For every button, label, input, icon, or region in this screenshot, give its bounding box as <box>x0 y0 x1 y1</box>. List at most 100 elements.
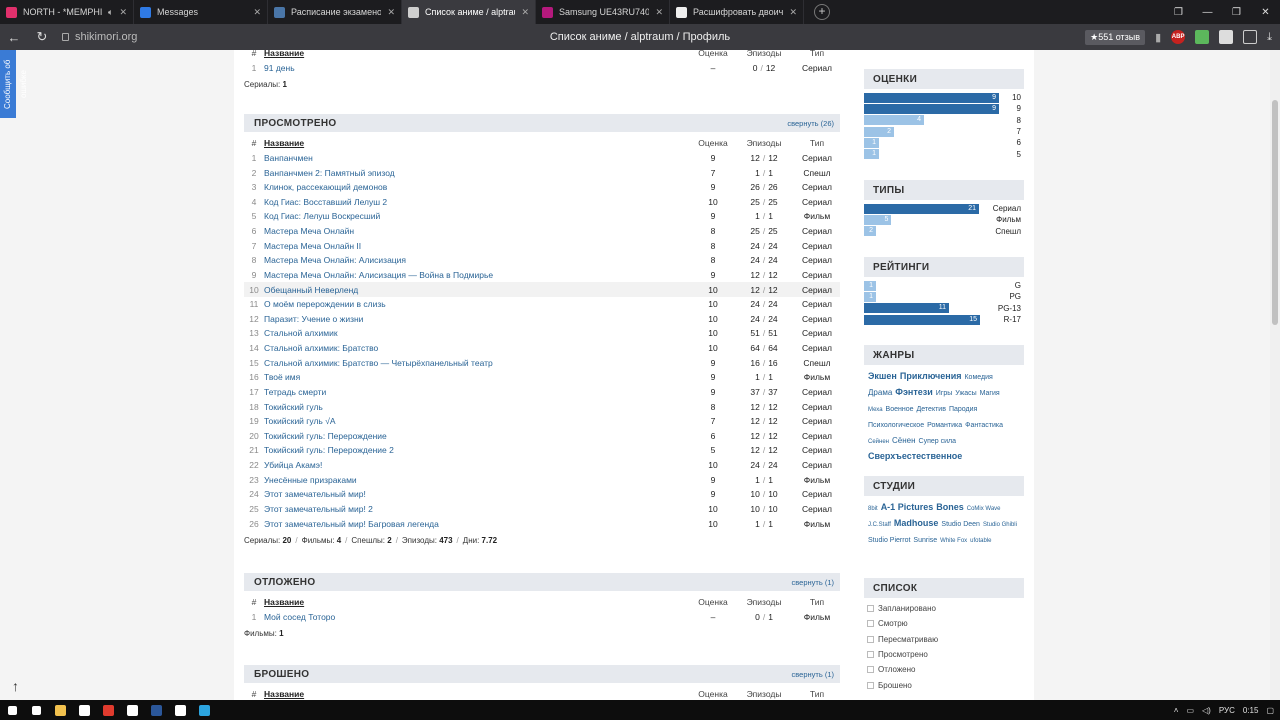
downloads-icon[interactable]: ⤓ <box>1267 31 1272 44</box>
col-name[interactable]: Название <box>264 689 692 699</box>
bookmark-icon[interactable]: ▮ <box>1155 31 1161 44</box>
col-score[interactable]: Оценка <box>692 689 734 699</box>
browser-tab[interactable]: Расшифровать двоичный ✕ <box>670 0 804 24</box>
genre-link[interactable]: Психологическое <box>868 419 924 433</box>
browser-tab[interactable]: Samsung UE43RU7400U Te ✕ <box>536 0 670 24</box>
bar-row[interactable]: 48 <box>864 115 1024 126</box>
network-icon[interactable]: ▭ <box>1186 706 1194 715</box>
row-score[interactable]: 8 <box>692 402 734 412</box>
row-score[interactable]: 9 <box>692 387 734 397</box>
file-explorer-icon[interactable] <box>48 700 72 720</box>
genre-link[interactable]: Комедия <box>964 371 992 385</box>
bar-row[interactable]: 99 <box>864 103 1024 114</box>
notifications-icon[interactable]: ▢ <box>1266 706 1274 715</box>
status-filter[interactable]: Брошено <box>864 677 1024 692</box>
checkbox[interactable] <box>867 605 874 613</box>
anime-link[interactable]: Токийский гуль <box>264 402 692 412</box>
anime-link[interactable]: Стальной алхимик: Братство <box>264 343 692 353</box>
row-episodes[interactable]: 51/51 <box>734 328 794 338</box>
studio-link[interactable]: A-1 Pictures <box>881 500 934 514</box>
genre-link[interactable]: Супер сила <box>919 435 956 449</box>
anime-link[interactable]: Этот замечательный мир! 2 <box>264 504 692 514</box>
studio-link[interactable]: Sunrise <box>913 534 937 548</box>
status-filter[interactable]: Отложено <box>864 662 1024 677</box>
row-score[interactable]: 10 <box>692 197 734 207</box>
col-type[interactable]: Тип <box>794 138 840 148</box>
collapse-link[interactable]: свернуть (1) <box>792 578 834 587</box>
genre-link[interactable]: Драма <box>868 386 892 400</box>
genre-link[interactable]: Меха <box>868 403 883 417</box>
status-filter[interactable]: Просмотрено <box>864 647 1024 662</box>
bar-row[interactable]: 16 <box>864 137 1024 148</box>
language-indicator[interactable]: РУС <box>1219 706 1235 715</box>
anime-link[interactable]: Этот замечательный мир! Багровая легенда <box>264 519 692 529</box>
row-score[interactable]: 7 <box>692 416 734 426</box>
browser-tab[interactable]: Список аниме / alptraum ✕ <box>402 0 536 24</box>
close-tab-icon[interactable]: ✕ <box>521 7 529 18</box>
row-episodes[interactable]: 24/24 <box>734 299 794 309</box>
bar-row[interactable]: 27 <box>864 126 1024 137</box>
row-episodes[interactable]: 12/12 <box>734 285 794 295</box>
genre-link[interactable]: Фантастика <box>965 419 1003 433</box>
anime-link[interactable]: Токийский гуль √A <box>264 416 692 426</box>
studio-link[interactable]: 8bit <box>868 502 878 516</box>
back-icon[interactable]: ← <box>0 30 28 45</box>
anime-link[interactable]: Ванпанчмен <box>264 153 692 163</box>
col-episodes[interactable]: Эпизоды <box>734 597 794 607</box>
row-episodes[interactable]: 12/12 <box>734 270 794 280</box>
status-filter[interactable]: Запланировано <box>864 601 1024 616</box>
row-score[interactable]: 10 <box>692 299 734 309</box>
genre-link[interactable]: Магия <box>980 387 1000 401</box>
row-episodes[interactable]: 0/1 <box>734 612 794 622</box>
anime-link[interactable]: 91 день <box>264 63 692 73</box>
anime-link[interactable]: Тетрадь смерти <box>264 387 692 397</box>
anime-link[interactable]: Твоё имя <box>264 372 692 382</box>
genre-link[interactable]: Игры <box>936 387 953 401</box>
genre-link[interactable]: Приключения <box>900 369 962 383</box>
col-name[interactable]: Название <box>264 597 692 607</box>
row-episodes[interactable]: 37/37 <box>734 387 794 397</box>
feedback-tab[interactable]: Сообщить об ошибке <box>0 50 28 118</box>
chevron-up-icon[interactable]: ˄ <box>1174 706 1179 715</box>
anime-link[interactable]: Обещанный Неверленд <box>264 285 692 295</box>
bar-row[interactable]: 2 Спешл <box>864 226 1024 237</box>
col-name[interactable]: Название <box>264 138 692 148</box>
scrollbar[interactable] <box>1270 50 1280 700</box>
studio-link[interactable]: ufotable <box>970 534 991 548</box>
studio-link[interactable]: Bones <box>936 500 964 514</box>
col-episodes[interactable]: Эпизоды <box>734 50 794 58</box>
url-field[interactable]: shikimori.org <box>62 31 137 43</box>
col-type[interactable]: Тип <box>794 50 840 58</box>
col-episodes[interactable]: Эпизоды <box>734 138 794 148</box>
checkbox[interactable] <box>867 635 874 643</box>
download-extension-icon[interactable] <box>1195 30 1210 44</box>
anime-link[interactable]: Ванпанчмен 2: Памятный эпизод <box>264 168 692 178</box>
col-type[interactable]: Тип <box>794 597 840 607</box>
genre-link[interactable]: Экшен <box>868 369 897 383</box>
close-tab-icon[interactable]: ✕ <box>119 7 127 18</box>
scrollbar-thumb[interactable] <box>1272 100 1278 325</box>
row-score[interactable]: 8 <box>692 226 734 236</box>
row-episodes[interactable]: 1/1 <box>734 211 794 221</box>
studio-link[interactable]: J.C.Staff <box>868 518 891 532</box>
row-episodes[interactable]: 10/10 <box>734 489 794 499</box>
anime-link[interactable]: Стальной алхимик: Братство — Четырёхпане… <box>264 358 692 368</box>
checkbox[interactable] <box>867 651 874 659</box>
telegram-icon[interactable] <box>192 700 216 720</box>
bar-row[interactable]: 1G <box>864 280 1024 291</box>
close-tab-icon[interactable]: ✕ <box>387 7 395 18</box>
row-score[interactable]: 10 <box>692 328 734 338</box>
row-score[interactable]: 10 <box>692 460 734 470</box>
collapse-link[interactable]: свернуть (1) <box>792 670 834 679</box>
col-score[interactable]: Оценка <box>692 50 734 58</box>
row-score[interactable]: 10 <box>692 504 734 514</box>
genre-link[interactable]: Сёнен <box>892 434 916 448</box>
genre-link[interactable]: Фэнтези <box>895 385 933 399</box>
row-score[interactable]: 6 <box>692 431 734 441</box>
browser-tab[interactable]: Расписание экзаменов 2 к ✕ <box>268 0 402 24</box>
studio-link[interactable]: Studio Ghibli <box>983 518 1017 532</box>
row-episodes[interactable]: 24/24 <box>734 314 794 324</box>
row-episodes[interactable]: 1/1 <box>734 168 794 178</box>
anime-link[interactable]: О моём перерождении в слизь <box>264 299 692 309</box>
genre-link[interactable]: Сейнен <box>868 435 889 449</box>
